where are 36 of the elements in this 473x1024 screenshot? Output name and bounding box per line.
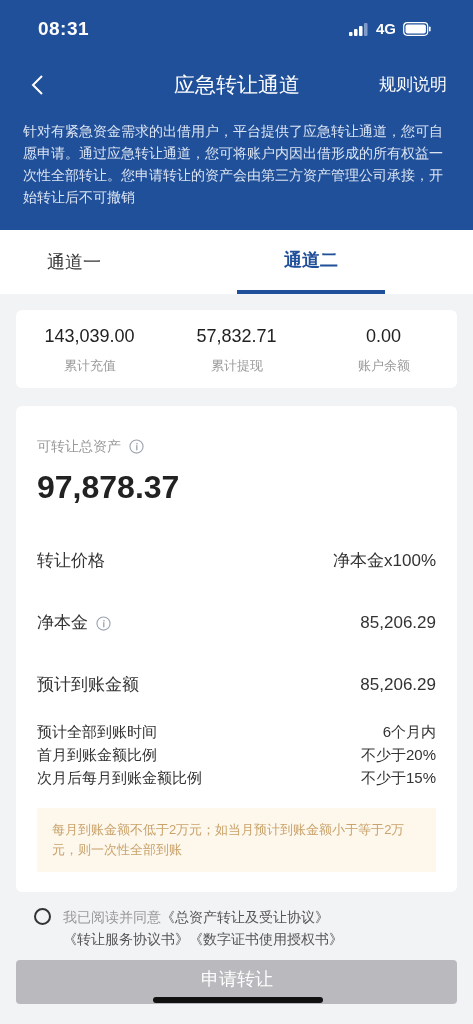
rules-link[interactable]: 规则说明 (379, 72, 447, 98)
agree-checkbox[interactable] (34, 908, 51, 925)
total-label: 可转让总资产 (37, 437, 121, 456)
row-value: 净本金x100% (333, 550, 436, 573)
agreement-link[interactable]: 《总资产转让及受让协议》 (161, 909, 329, 925)
row-value: 不少于15% (360, 768, 436, 789)
row-value: 6个月内 (382, 722, 436, 743)
network-label: 4G (376, 18, 396, 39)
tab[interactable]: 通道二 (236, 230, 385, 294)
stat-value: 143,039.00 (44, 324, 135, 348)
stat-value: 0.00 (365, 324, 401, 348)
stat-label: 累计充值 (63, 356, 116, 375)
row-label: 预计全部到账时间 (37, 722, 157, 743)
back-icon (30, 74, 44, 96)
total-value: 97,878.37 (37, 468, 181, 507)
row-label: 转让价格 (37, 550, 105, 573)
row-value: 不少于20% (360, 745, 436, 766)
stat-value: 57,832.71 (196, 324, 277, 348)
row-value: 85,206.29 (360, 612, 436, 635)
stat-label: 账户余额 (357, 356, 410, 375)
battery-icon (403, 22, 431, 36)
agreement-link[interactable]: 《转让服务协议书》 (63, 931, 189, 947)
row-label: 首月到账金额比例 (37, 745, 157, 766)
row-label: 次月后每月到账金额比例 (37, 768, 202, 789)
status-time: 08:31 (38, 16, 89, 41)
row-label: 预计到账金额 (37, 674, 139, 697)
row-label: 净本金 (37, 612, 88, 635)
notice-text: 每月到账金额不低于2万元；如当月预计到账金额小于等于2万元，则一次性全部到账 (52, 821, 406, 859)
agreement-link[interactable]: 《数字证书使用授权书》 (189, 931, 343, 947)
signal-icon (349, 22, 369, 36)
stat-label: 累计提现 (210, 356, 263, 375)
page-title: 应急转让通道 (173, 72, 300, 99)
row-value: 85,206.29 (360, 674, 436, 697)
tab[interactable]: 通道一 (0, 230, 149, 294)
description-text: 针对有紧急资金需求的出借用户，平台提供了应急转让通道，您可自愿申请。通过应急转让通道，您可将账户内因出借形成的所有权益一次性全部转让。您申请转让的资产会由第三方资产管理公司承接，开始转让后不可撤销 (23, 122, 444, 207)
agreement-text: 我已阅读并同意《总资产转让及受让协议》 《转让服务协议书》《数字证书使用授权书》 (63, 908, 344, 949)
